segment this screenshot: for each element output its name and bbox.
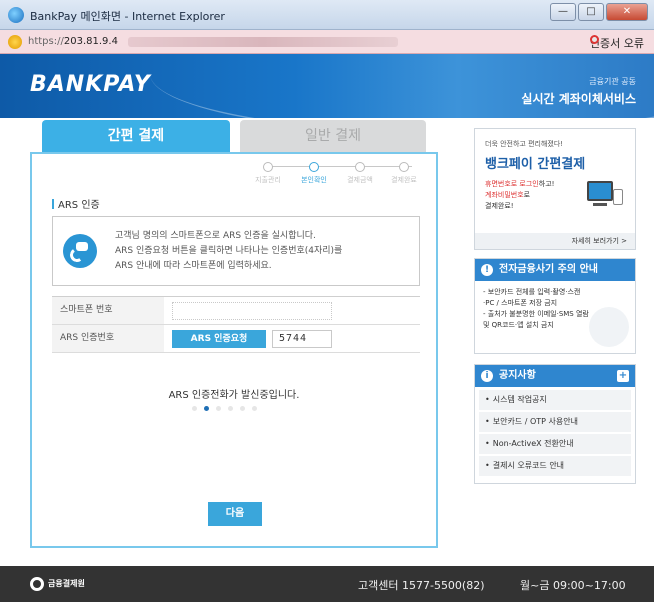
phone-input[interactable] (172, 302, 332, 320)
promo-text: 결제완료! (485, 202, 514, 210)
notice-title: 공지사항 (499, 370, 536, 381)
step-1: 지출관리 (248, 162, 288, 185)
next-button[interactable]: 다음 (208, 502, 262, 526)
step-label: 결제완료 (391, 176, 417, 184)
step-circle (263, 162, 273, 172)
header-service: 실시간 계좌이체서비스 (521, 92, 636, 106)
ars-row: ARS 인증번호 ARS 인증요청 5744 (52, 325, 420, 353)
tab-simple-payment[interactable]: 간편 결제 (42, 120, 230, 152)
url-redacted (128, 37, 398, 47)
maximize-button[interactable]: □ (578, 3, 604, 21)
notice-item[interactable]: 결제시 오류코드 안내 (479, 456, 631, 476)
step-label: 지출관리 (255, 176, 281, 184)
notice-item[interactable]: Non-ActiveX 전환안내 (479, 434, 631, 454)
ie-icon (8, 35, 22, 49)
notice-header: i 공지사항 + (475, 365, 635, 387)
promo-more-link[interactable]: 자세히 보러가기 > (475, 233, 635, 249)
step-4: 결제완료 (384, 162, 424, 185)
main-panel: 지출관리 본인확인 결제금액 결제완료 ARS 인증 고객님 명의의 스마트폰으… (30, 152, 438, 548)
phone-call-icon (63, 234, 97, 268)
info-line: ARS 인증요청 버튼을 클릭하면 나타나는 인증번호(4자리)를 (115, 246, 343, 256)
promo-title: 뱅크페이 간편결제 (485, 157, 586, 172)
kftc-logo-icon (30, 577, 44, 591)
fraud-bg-graphic (589, 307, 629, 347)
loading-dots (192, 406, 282, 414)
notice-list: 시스템 작업공지 보안카드 / OTP 사용안내 Non-ActiveX 전환안… (475, 387, 635, 481)
window-titlebar: BankPay 메인화면 - Internet Explorer — □ ✕ (0, 0, 654, 30)
section-title: ARS 인증 (52, 196, 100, 211)
business-hours: 월~금 09:00~17:00 (520, 579, 626, 592)
footer: 금융결제원 고객센터 1577-5500(82) 월~금 09:00~17:00 (0, 566, 654, 602)
ars-info-text: 고객님 명의의 스마트폰으로 ARS 인증을 실시합니다. ARS 인증요청 버… (115, 229, 342, 274)
auth-form: 스마트폰 번호 ARS 인증번호 ARS 인증요청 5744 (52, 296, 420, 353)
header-banner: BANKPAY 금융기관 공동 실시간 계좌이체서비스 (0, 54, 654, 118)
computer-stand-icon (593, 203, 607, 206)
fraud-body: - 보안카드 전체를 입력·촬영·스캔 ·PC / 스마트폰 저장 금지 - 출… (483, 287, 589, 331)
calling-message: ARS 인증전화가 발신중입니다. (168, 390, 300, 401)
phone-row: 스마트폰 번호 (52, 297, 420, 325)
smartphone-icon (613, 189, 623, 205)
progress-steps: 지출관리 본인확인 결제금액 결제완료 (255, 162, 420, 188)
window-controls: — □ ✕ (550, 3, 648, 21)
tab-general-payment[interactable]: 일반 결제 (240, 120, 426, 152)
step-circle (355, 162, 365, 172)
loading-dot (192, 406, 197, 411)
header-org: 금융기관 공동 (589, 77, 636, 86)
promo-box[interactable]: 더욱 안전하고 편리해졌다! 뱅크페이 간편결제 휴면번호로 로그인하고! 계좌… (474, 128, 636, 250)
promo-text: 로 (523, 191, 531, 199)
step-label: 결제금액 (347, 176, 373, 184)
phone-label: 스마트폰 번호 (52, 297, 164, 324)
address-bar[interactable]: https://203.81.9.4 인증서 오류 (0, 30, 654, 54)
loading-dot (240, 406, 245, 411)
info-line: ARS 안내에 따라 스마트폰에 입력하세요. (115, 261, 272, 271)
customer-center: 고객센터 1577-5500(82) (358, 579, 485, 592)
loading-dot (252, 406, 257, 411)
notice-box: i 공지사항 + 시스템 작업공지 보안카드 / OTP 사용안내 Non-Ac… (474, 364, 636, 484)
fraud-line: 및 QR코드·앱 설치 금지 (483, 321, 554, 329)
promo-tagline: 더욱 안전하고 편리해졌다! (485, 140, 564, 148)
step-2: 본인확인 (294, 162, 334, 185)
url-text[interactable]: https://203.81.9.4 (28, 36, 118, 47)
loading-dot (216, 406, 221, 411)
info-line: 고객님 명의의 스마트폰으로 ARS 인증을 실시합니다. (115, 231, 316, 241)
fraud-warning-box: ! 전자금융사기 주의 안내 - 보안카드 전체를 입력·촬영·스캔 ·PC /… (474, 258, 636, 354)
step-circle (309, 162, 319, 172)
info-icon: i (481, 370, 493, 382)
plus-icon[interactable]: + (617, 370, 629, 382)
ars-code-display: 5744 (272, 330, 332, 348)
fraud-line: ·PC / 스마트폰 저장 금지 (483, 299, 558, 307)
ars-label: ARS 인증번호 (52, 325, 164, 352)
bankpay-logo[interactable]: BANKPAY (30, 72, 151, 97)
minimize-button[interactable]: — (550, 3, 576, 21)
loading-dot (228, 406, 233, 411)
step-label: 본인확인 (301, 176, 327, 184)
fraud-title: 전자금융사기 주의 안내 (499, 264, 598, 275)
notice-item[interactable]: 보안카드 / OTP 사용안내 (479, 412, 631, 432)
promo-desc: 휴면번호로 로그인하고! 계좌비밀번호로 결제완료! (485, 179, 554, 212)
banner-swoosh (150, 54, 654, 118)
fraud-line: - 출처가 불분명한 이메일·SMS 열람 (483, 310, 589, 318)
close-button[interactable]: ✕ (606, 3, 648, 21)
fraud-header: ! 전자금융사기 주의 안내 (475, 259, 635, 281)
loading-dot (204, 406, 209, 411)
promo-text: 하고! (538, 180, 555, 188)
ars-request-button[interactable]: ARS 인증요청 (172, 330, 266, 348)
fraud-line: - 보안카드 전체를 입력·촬영·스캔 (483, 288, 581, 296)
cert-error[interactable]: 인증서 오류 (589, 35, 644, 51)
step-3: 결제금액 (340, 162, 380, 185)
info-icon: ! (481, 264, 493, 276)
window-title: BankPay 메인화면 - Internet Explorer (30, 10, 225, 23)
computer-icon (587, 181, 613, 201)
footer-logo: 금융결제원 (48, 579, 85, 588)
notice-item[interactable]: 시스템 작업공지 (479, 390, 631, 410)
promo-highlight: 계좌비밀번호 (485, 191, 524, 199)
promo-highlight: 휴면번호로 로그인 (485, 180, 539, 188)
step-circle (399, 162, 409, 172)
cert-warning-icon (589, 35, 599, 44)
ars-info-box: 고객님 명의의 스마트폰으로 ARS 인증을 실시합니다. ARS 인증요청 버… (52, 216, 420, 286)
browser-icon (8, 7, 24, 23)
